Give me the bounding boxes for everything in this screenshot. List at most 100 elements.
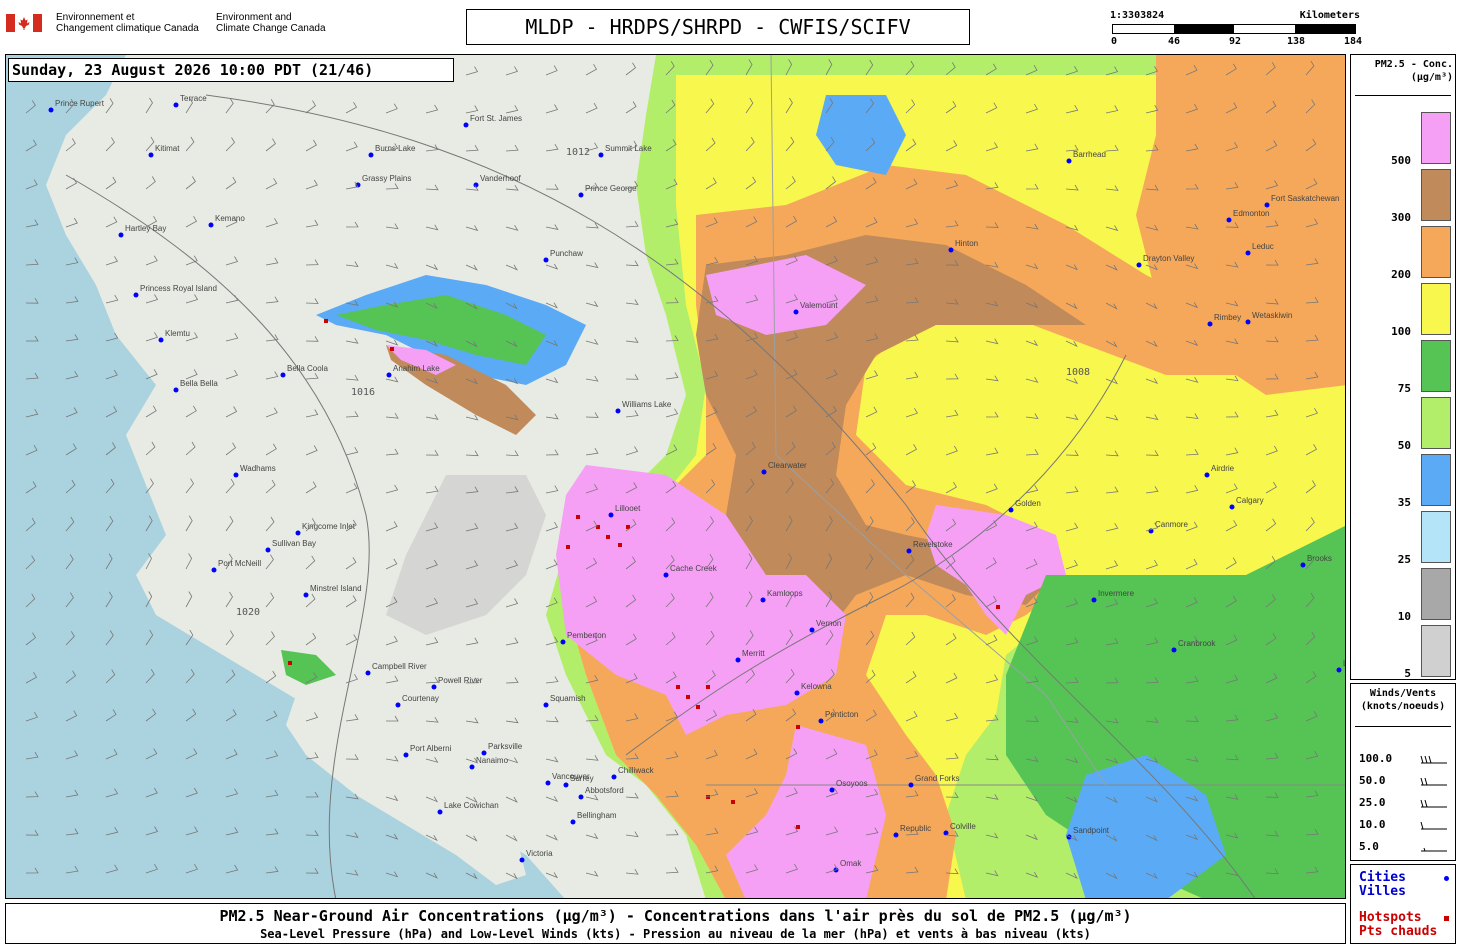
city-label: Lake Cowichan [444, 801, 499, 810]
city-marker [560, 639, 566, 645]
agency-fr-line2: Changement climatique Canada [56, 23, 199, 34]
legend-bin-label: 200 [1391, 268, 1411, 281]
scale-segment [1234, 25, 1295, 33]
city-label: Hinton [955, 239, 978, 248]
city-label: Klemtu [165, 329, 190, 338]
city-label: Chilliwack [618, 766, 655, 775]
city-label: Wadhams [240, 464, 276, 473]
city-marker [578, 192, 584, 198]
city-marker [793, 309, 799, 315]
city-label: Omak [840, 859, 862, 868]
city-marker [1336, 667, 1342, 673]
scale-bar: 1:3303824 Kilometers 0 46 92 138 184 [1108, 10, 1364, 52]
city-label: Bella Bella [180, 379, 218, 388]
legend-title-line2: (μg/m³) [1410, 72, 1453, 83]
caption-line2: Sea-Level Pressure (hPa) and Low-Level W… [260, 927, 1091, 941]
city-marker [233, 472, 239, 478]
city-label: Nanaimo [476, 756, 509, 765]
city-label: Bellingham [577, 811, 617, 820]
legend-swatch [1421, 397, 1451, 449]
scale-tick: 0 [1110, 36, 1118, 47]
city-label: Kemano [215, 214, 245, 223]
wind-speed-label: 5.0 [1359, 840, 1379, 853]
city-label: Grassy Plains [362, 174, 411, 183]
city-label: Invermere [1098, 589, 1135, 598]
city-label: Sandpoint [1073, 826, 1110, 835]
city-marker [158, 337, 164, 343]
scale-segment [1113, 25, 1174, 33]
marker-legend: Cities Villes Hotspots Pts chauds [1350, 864, 1456, 944]
city-marker [809, 627, 815, 633]
city-label: Bella Coola [287, 364, 328, 373]
city-label: Colville [950, 822, 976, 831]
city-marker [611, 774, 617, 780]
wind-speed-label: 100.0 [1359, 752, 1393, 765]
city-label: Prince Rupert [55, 99, 105, 108]
city-marker [133, 292, 139, 298]
city-label: Airdrie [1211, 464, 1235, 473]
city-label: Clearwater [768, 461, 807, 470]
city-marker [1229, 504, 1235, 510]
city-marker [543, 257, 549, 263]
city-marker [1091, 597, 1097, 603]
city-label: Wetaskiwin [1252, 311, 1292, 320]
scale-tick: 184 [1343, 36, 1363, 47]
caption-line1: PM2.5 Near-Ground Air Concentrations (μg… [219, 907, 1132, 925]
city-marker [598, 152, 604, 158]
wind-barb-icon [1420, 821, 1447, 830]
scale-unit: Kilometers [1299, 10, 1360, 21]
city-label: Sullivan Bay [272, 539, 316, 548]
city-marker [173, 102, 179, 108]
agency-name-english: Environment and Climate Change Canada [216, 12, 346, 34]
concentration-map[interactable]: 1016 1012 1020 1008 Prince Rupert Terrace… [5, 54, 1346, 899]
city-marker [368, 152, 374, 158]
legend-bin-label: 75 [1397, 382, 1411, 395]
scale-track [1112, 24, 1356, 34]
agency-en-line1: Environment and [216, 12, 292, 23]
legend-bin-label: 50 [1397, 439, 1411, 452]
city-marker [280, 372, 286, 378]
city-label: Minstrel Island [310, 584, 362, 593]
agency-fr-line1: Environnement et [56, 12, 135, 23]
legend-bin-label: 35 [1397, 496, 1411, 509]
city-label: Parksville [488, 742, 523, 751]
city-label: Grand Forks [915, 774, 959, 783]
pm25-legend: PM2.5 - Conc. (μg/m³) 500 300 200 100 75 50 35… [1350, 54, 1456, 680]
city-marker [543, 702, 549, 708]
scale-segment [1173, 25, 1234, 33]
city-marker [948, 247, 954, 253]
city-marker [173, 387, 179, 393]
scale-segment [1294, 25, 1355, 33]
city-marker [829, 787, 835, 793]
city-label: Princess Royal Island [140, 284, 217, 293]
city-marker [519, 857, 525, 863]
city-label: Lethbridge [1343, 659, 1346, 668]
city-marker [1264, 202, 1270, 208]
canada-flag-icon [6, 14, 42, 32]
city-marker [563, 782, 569, 788]
forecast-datetime: Sunday, 23 August 2026 10:00 PDT (21/46) [8, 58, 454, 82]
hotspots-label-fr: Pts chauds [1359, 924, 1438, 939]
scale-tick: 46 [1167, 36, 1181, 47]
city-label: Fort St. James [470, 114, 522, 123]
map-canvas[interactable]: 1016 1012 1020 1008 Prince Rupert Terrace… [6, 55, 1346, 899]
city-marker [469, 764, 475, 770]
city-marker [1300, 562, 1306, 568]
city-label: Republic [900, 824, 931, 833]
city-label: Cache Creek [670, 564, 718, 573]
city-label: Hartley Bay [125, 224, 166, 233]
city-label: Powell River [438, 676, 483, 685]
wind-barb-icon [1420, 799, 1447, 808]
city-label: Fort Saskatchewan [1271, 194, 1339, 203]
city-marker [1171, 647, 1177, 653]
legend-swatch [1421, 226, 1451, 278]
city-label: Barrhead [1073, 150, 1106, 159]
city-marker [760, 597, 766, 603]
city-label: Edmonton [1233, 209, 1269, 218]
legend-bin-label: 500 [1391, 154, 1411, 167]
city-marker [735, 657, 741, 663]
city-marker [908, 782, 914, 788]
scale-tick: 92 [1228, 36, 1242, 47]
map-caption: PM2.5 Near-Ground Air Concentrations (μg… [5, 903, 1346, 944]
legend-swatch [1421, 340, 1451, 392]
